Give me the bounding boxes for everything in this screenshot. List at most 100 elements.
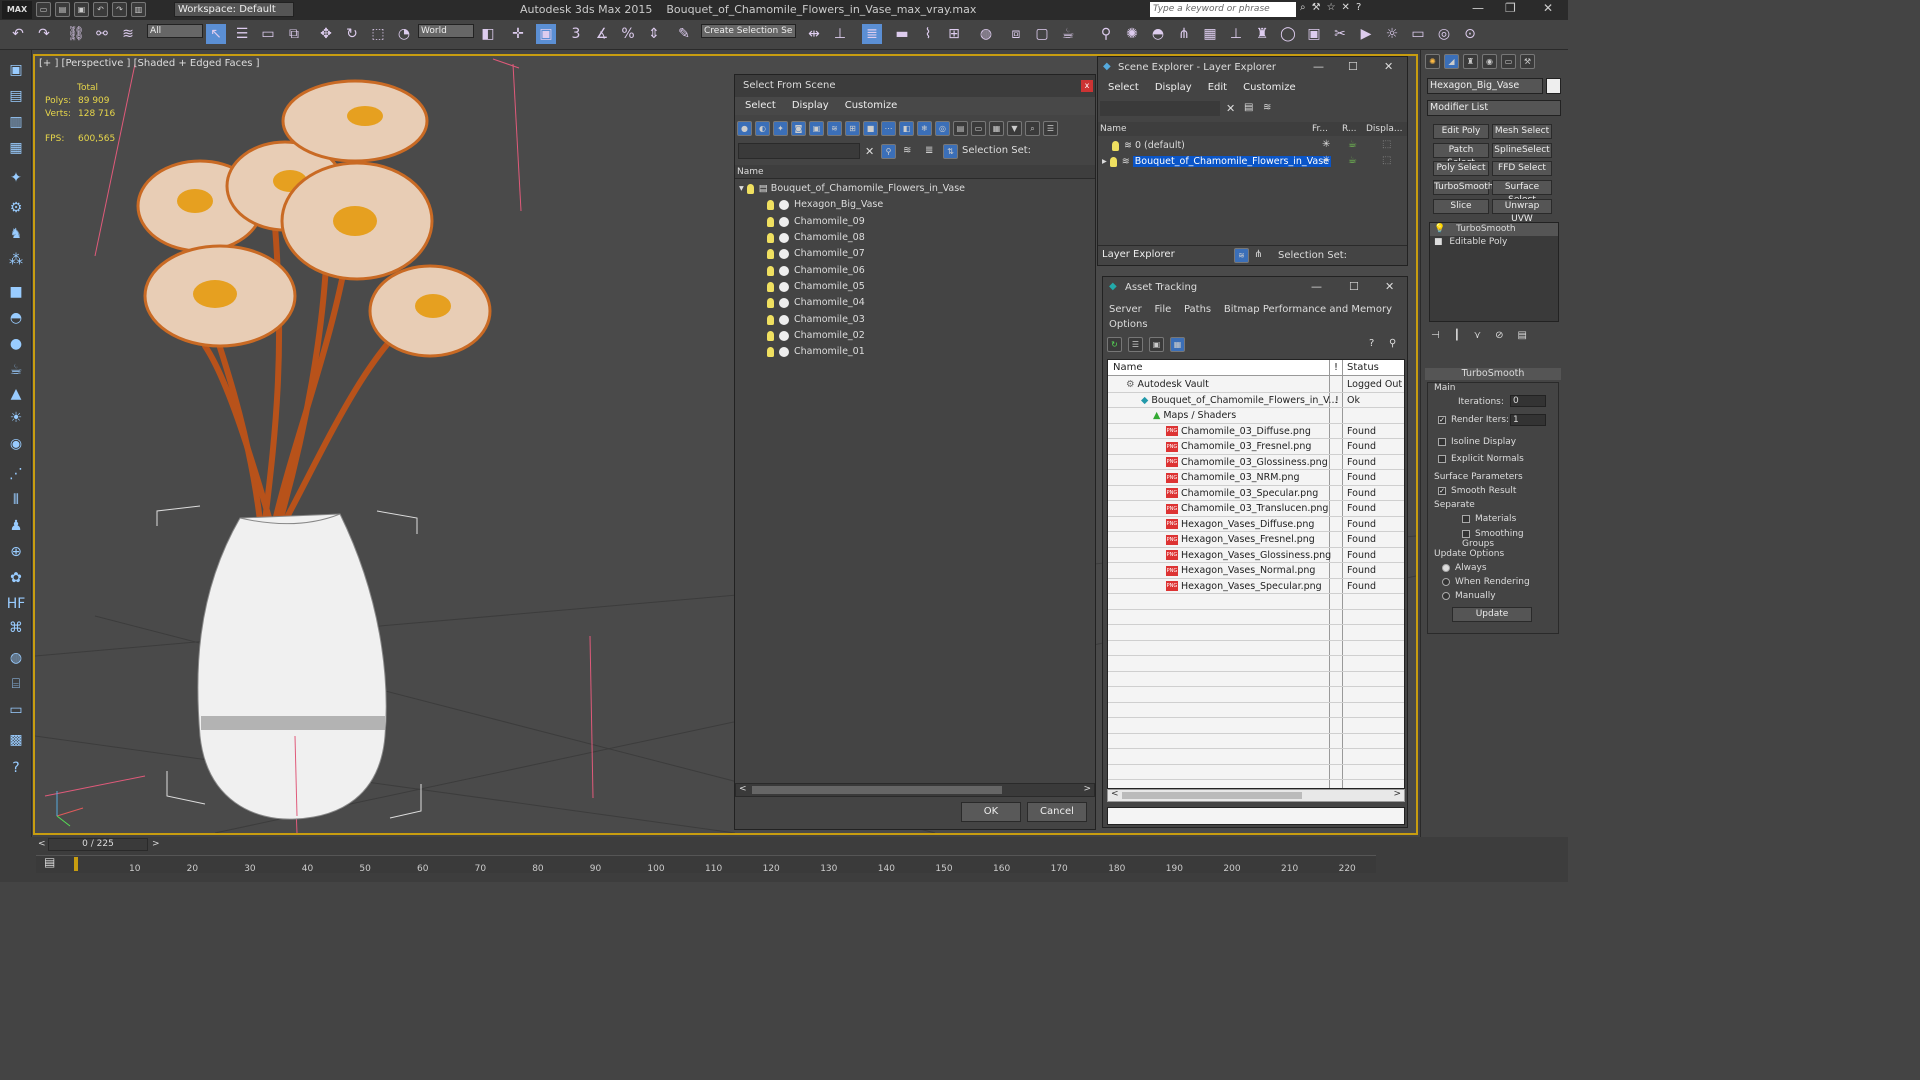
display-box-icon[interactable]: ⬚ [1382,139,1391,150]
hair-icon[interactable]: HF [6,594,26,614]
layer-row-default[interactable]: ≋ 0 (default) [1112,138,1185,154]
transform-icon[interactable]: ⚙ [6,198,26,218]
hierarchy-icon[interactable]: ≣ [925,145,933,156]
at-maximize-icon[interactable]: ☐ [1349,280,1359,293]
se-find-input[interactable] [1100,101,1220,116]
spinner-snap-icon[interactable]: ⇕ [644,24,664,44]
pivot-center-icon[interactable]: ◧ [478,24,498,44]
search-input[interactable]: Type a keyword or phrase [1150,2,1296,17]
se-col-display[interactable]: Displa... [1366,122,1402,136]
se-col-render[interactable]: R... [1342,122,1357,136]
menu-select[interactable]: Select [745,97,776,115]
toggle-ribbon-icon[interactable]: ▬ [892,24,912,44]
se-menu-edit[interactable]: Edit [1208,79,1227,97]
se-menu-customize[interactable]: Customize [1243,79,1296,97]
edit-named-selection-icon[interactable]: ✎ [674,24,694,44]
vray-plane-icon[interactable]: ⊥ [1226,24,1246,44]
list-view-icon[interactable]: ☰ [1128,337,1143,352]
turbosmooth-rollout-header[interactable]: TurboSmooth [1425,368,1561,380]
at-minimize-icon[interactable]: — [1311,280,1322,293]
se-col-freeze[interactable]: Fr... [1312,122,1328,136]
grid-icon[interactable]: ▦ [6,138,26,158]
asset-row[interactable]: PNG Chamomile_03_Translucen.png Found [1108,501,1404,517]
container-icon[interactable]: ▣ [6,60,26,80]
asset-row[interactable]: PNG Chamomile_03_Fresnel.png Found [1108,439,1404,455]
vray-vfb-icon[interactable]: ▣ [1304,24,1324,44]
se-menu-display[interactable]: Display [1155,79,1192,97]
vray-render-icon[interactable]: ▶ [1356,24,1376,44]
display-shapes-icon[interactable]: ◐ [755,121,770,136]
mirror-icon[interactable]: ⇹ [804,24,824,44]
box-icon[interactable]: ■ [6,282,26,302]
display-tab-icon[interactable]: ▭ [1501,54,1516,69]
vray-frame-icon[interactable]: ▭ [1408,24,1428,44]
display-box-icon[interactable]: ⬚ [1382,155,1391,166]
display-geometry-icon[interactable]: ● [737,121,752,136]
at-col-name[interactable]: Name [1113,360,1143,376]
asset-row[interactable]: PNG Chamomile_03_Glossiness.png Found [1108,455,1404,470]
selection-filter-dropdown[interactable]: All [147,24,203,38]
asset-row[interactable]: ▲ Maps / Shaders [1108,408,1404,424]
redo-icon[interactable]: ↷ [112,2,127,17]
rendered-frame-icon[interactable]: ▢ [1032,24,1052,44]
iterations-spinner[interactable]: 0 [1510,395,1546,407]
at-help-icon[interactable]: ? [1369,338,1374,349]
vray-light-icon[interactable]: ⚲ [1096,24,1116,44]
find-icon[interactable]: ⌕ [1025,121,1040,136]
se-col-name[interactable]: Name [1100,122,1127,136]
update-button[interactable]: Update [1452,607,1532,622]
utilities-tab-icon[interactable]: ⚒ [1520,54,1535,69]
new-file-icon[interactable]: ▭ [36,2,51,17]
render-teapot-icon[interactable]: ☕ [1348,139,1357,150]
scene-states-icon[interactable]: ▤ [6,86,26,106]
star-icon[interactable]: ☆ [1327,2,1336,13]
layer-row-bouquet[interactable]: ▸ ≋ Bouquet_of_Chamomile_Flowers_in_Vase [1102,154,1402,170]
cancel-button[interactable]: Cancel [1027,802,1087,822]
mesh-select-button[interactable]: Mesh Select [1492,124,1552,139]
asset-row[interactable]: PNG Hexagon_Vases_Fresnel.png Found [1108,532,1404,548]
display-containers-icon[interactable]: ◧ [899,121,914,136]
sun-icon[interactable]: ☀ [6,408,26,428]
angle-snap-icon[interactable]: ∡ [592,24,612,44]
named-selection-dropdown[interactable]: Create Selection Se [701,24,796,38]
display-lights-icon[interactable]: ✦ [773,121,788,136]
at-close-icon[interactable]: ✕ [1385,280,1394,293]
link-icon[interactable]: ⛓ [66,24,86,44]
layer-explorer-icon[interactable]: ≋ [1234,248,1249,263]
particle-icon[interactable]: ⁂ [6,250,26,270]
reference-coordinate-dropdown[interactable]: World [418,24,474,38]
at-menu-server[interactable]: Server [1109,304,1142,315]
explicit-normals-checkbox[interactable]: Explicit Normals [1438,454,1524,464]
modify-tab-icon[interactable]: ◢ [1444,54,1459,69]
tree-item[interactable]: Chamomile_08 [767,230,865,246]
tree-item[interactable]: Chamomile_02 [767,328,865,344]
smooth-result-checkbox[interactable]: ✓ Smooth Result [1438,486,1516,496]
asset-row[interactable]: PNG Chamomile_03_NRM.png Found [1108,470,1404,486]
schematic-view-icon[interactable]: ⊞ [944,24,964,44]
unwrap-uvw-button[interactable]: Unwrap UVW [1492,199,1552,224]
always-radio[interactable]: Always [1442,563,1487,573]
cloth-icon[interactable]: ⌘ [6,618,26,638]
select-all-icon[interactable]: ▤ [953,121,968,136]
render-teapot-icon[interactable]: ☕ [1348,155,1357,166]
tree-root[interactable]: ▾ ▤ Bouquet_of_Chamomile_Flowers_in_Vase [739,181,965,197]
when-rendering-radio[interactable]: When Rendering [1442,577,1530,587]
create-tab-icon[interactable]: ✺ [1425,54,1440,69]
character-icon[interactable]: ♞ [6,224,26,244]
close-icon[interactable]: ✕ [1543,1,1553,15]
prev-frame-icon[interactable]: < [38,839,46,849]
vray-physical-icon[interactable]: ⊙ [1460,24,1480,44]
display-bones-icon[interactable]: ⋯ [881,121,896,136]
snaps-toggle-icon[interactable]: 3 [566,24,586,44]
close-x-icon[interactable]: ✕ [1342,2,1350,13]
redo-icon[interactable]: ↷ [34,24,54,44]
explorer-type-dropdown[interactable]: Layer Explorer [1100,249,1222,263]
bone-icon[interactable]: ⦀ [6,490,26,510]
table-view-icon[interactable]: ▦ [1170,337,1185,352]
cone-icon[interactable]: ▲ [6,384,26,404]
render-setup-icon[interactable]: ⧈ [1006,24,1026,44]
hemisphere-icon[interactable]: ◓ [6,308,26,328]
scroll-right-icon[interactable]: > [1083,784,1091,794]
tree-item[interactable]: Chamomile_04 [767,295,865,311]
patch-select-button[interactable]: Patch Select [1433,143,1489,168]
